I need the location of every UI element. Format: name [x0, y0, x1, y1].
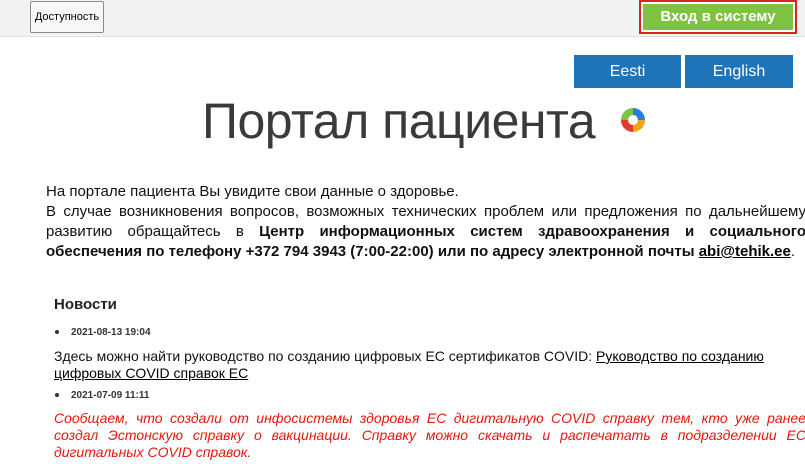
news-item-date-text: 2021-07-09 11:11 [71, 390, 150, 401]
news-item-date: 2021-07-09 11:11 [55, 390, 149, 401]
intro-contact-end: . [790, 243, 796, 260]
intro-line-1: На портале пациента Вы увидите свои данн… [46, 183, 459, 200]
top-bar: Доступность Вход в систему [0, 0, 805, 37]
login-button-label: Вход в систему [643, 4, 793, 30]
intro-contact-paragraph: В случае возникновения вопросов, возможн… [46, 202, 805, 262]
language-estonian-button[interactable]: Eesti [574, 55, 681, 88]
news-item-date-text: 2021-08-13 19:04 [71, 327, 151, 338]
login-button[interactable]: Вход в систему [639, 0, 797, 34]
language-english-button[interactable]: English [685, 55, 793, 88]
portal-logo-icon [621, 108, 645, 132]
news-item-date: 2021-08-13 19:04 [55, 327, 151, 338]
accessibility-button[interactable]: Доступность [30, 1, 104, 33]
news-item-text: Здесь можно найти руководство по создани… [54, 348, 805, 382]
bullet-icon [55, 330, 59, 335]
news-item-text-body: Здесь можно найти руководство по создани… [54, 348, 597, 364]
page-title: Портал пациента [202, 93, 596, 149]
support-email-link[interactable]: abi@tehik.ee [699, 243, 791, 260]
intro-text: На портале пациента Вы увидите свои данн… [46, 182, 805, 262]
bullet-icon [55, 393, 59, 398]
news-item-text-red: Сообщаем, что создали от инфосистемы здо… [54, 410, 805, 460]
news-heading: Новости [54, 296, 117, 313]
